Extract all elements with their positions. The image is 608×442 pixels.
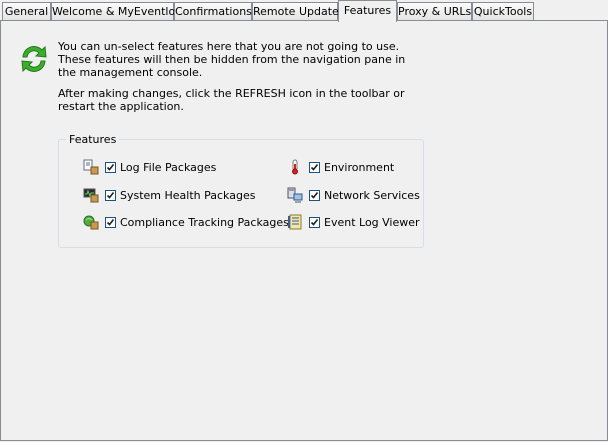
compliance-tracking-packages-checkbox[interactable] <box>105 216 116 228</box>
system-health-packages-label: System Health Packages <box>120 188 256 202</box>
system-health-icon <box>83 187 99 203</box>
tab-remote-update[interactable]: Remote Update <box>252 2 339 20</box>
tab-general[interactable]: General <box>2 2 51 20</box>
log-file-packages-checkbox[interactable] <box>105 161 116 173</box>
tab-features[interactable]: Features <box>338 0 397 22</box>
refresh-icon <box>18 43 50 75</box>
system-health-packages-checkbox[interactable] <box>105 189 116 201</box>
event-log-viewer-checkbox[interactable] <box>309 216 320 228</box>
feature-compliance-tracking-packages: Compliance Tracking Packages <box>83 214 289 230</box>
event-log-viewer-icon <box>287 214 303 230</box>
network-services-label: Network Services <box>324 188 420 202</box>
log-file-packages-icon <box>83 159 99 175</box>
feature-environment: Environment <box>287 159 394 175</box>
network-services-icon <box>287 187 303 203</box>
environment-label: Environment <box>324 160 395 174</box>
compliance-tracking-icon <box>83 214 99 230</box>
refresh-note-text: After making changes, click the REFRESH … <box>58 87 405 113</box>
environment-checkbox[interactable] <box>309 161 320 173</box>
features-group-title: Features <box>66 133 120 146</box>
feature-log-file-packages: Log File Packages <box>83 159 216 175</box>
tab-bar: General Welcome & MyEventlog Confirmatio… <box>0 0 608 22</box>
thermometer-icon <box>287 159 303 175</box>
tab-proxy-urls[interactable]: Proxy & URLs <box>397 2 472 20</box>
compliance-tracking-packages-label: Compliance Tracking Packages <box>120 215 289 229</box>
feature-system-health-packages: System Health Packages <box>83 187 255 203</box>
log-file-packages-label: Log File Packages <box>120 160 217 174</box>
feature-network-services: Network Services <box>287 187 420 203</box>
network-services-checkbox[interactable] <box>309 189 320 201</box>
tab-welcome-myeventlog[interactable]: Welcome & MyEventlog <box>51 2 182 20</box>
feature-event-log-viewer: Event Log Viewer <box>287 214 420 230</box>
tab-confirmations[interactable]: Confirmations <box>174 2 252 20</box>
event-log-viewer-label: Event Log Viewer <box>324 215 420 229</box>
tab-quicktools[interactable]: QuickTools <box>472 2 534 20</box>
intro-text: You can un-select features here that you… <box>58 40 406 79</box>
